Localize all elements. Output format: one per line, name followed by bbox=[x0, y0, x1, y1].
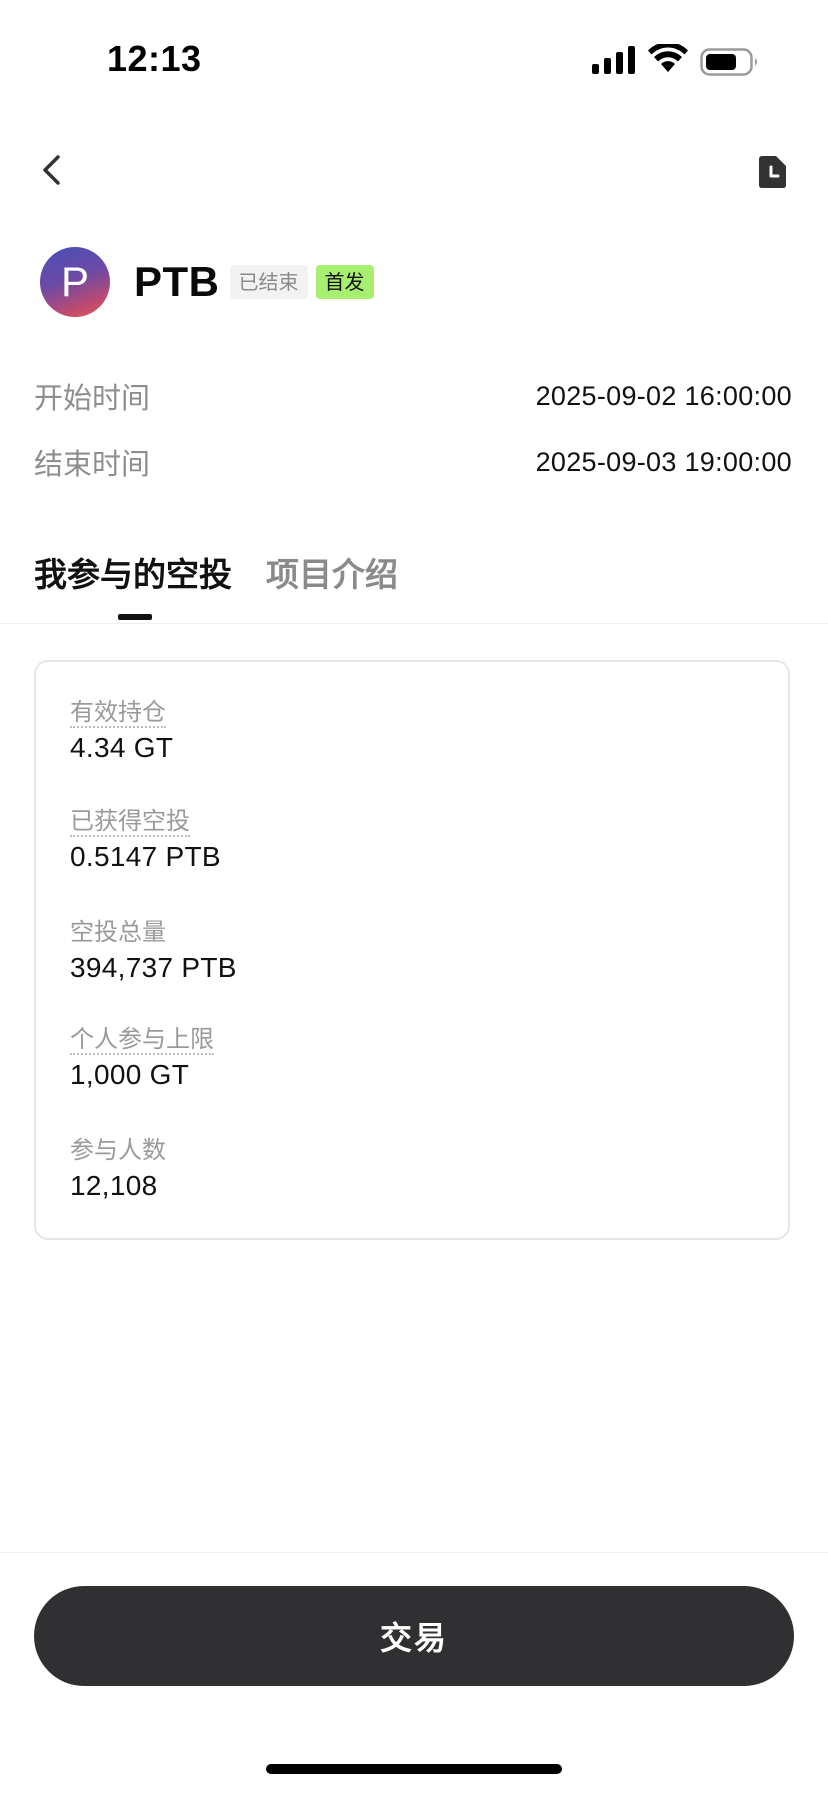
stat-effective-holding-label[interactable]: 有效持仓 bbox=[70, 698, 166, 728]
stat-participants-value: 12,108 bbox=[70, 1170, 158, 1201]
signal-icon bbox=[592, 46, 635, 74]
tab-my-airdrops[interactable]: 我参与的空投 bbox=[34, 548, 232, 620]
active-tab-indicator bbox=[118, 614, 152, 620]
status-bar: 12:13 bbox=[0, 0, 828, 110]
stat-airdrop-total-value: 394,737 PTB bbox=[70, 952, 237, 983]
start-time-value: 2025-09-02 16:00:00 bbox=[535, 380, 792, 411]
status-icons bbox=[592, 44, 762, 78]
stat-airdrop-received-label[interactable]: 已获得空投 bbox=[70, 807, 190, 837]
bottom-divider bbox=[0, 1552, 828, 1553]
token-logo: P bbox=[40, 247, 110, 317]
end-time-row: 结束时间 2025-09-03 19:00:00 bbox=[34, 442, 792, 482]
stat-personal-limit: 个人参与上限 1,000 GT bbox=[70, 1025, 214, 1091]
stat-participants: 参与人数 12,108 bbox=[70, 1134, 166, 1202]
tab-bar: 我参与的空投 项目介绍 bbox=[34, 548, 432, 620]
status-time: 12:13 bbox=[107, 38, 202, 79]
start-time-label: 开始时间 bbox=[34, 381, 151, 415]
chevron-left-icon bbox=[43, 155, 60, 185]
stat-personal-limit-value: 1,000 GT bbox=[70, 1059, 190, 1090]
stat-personal-limit-label[interactable]: 个人参与上限 bbox=[70, 1025, 214, 1055]
tab-my-airdrops-label: 我参与的空投 bbox=[34, 555, 232, 594]
home-indicator bbox=[266, 1764, 562, 1774]
stat-airdrop-received: 已获得空投 0.5147 PTB bbox=[70, 807, 221, 873]
first-launch-badge: 首发 bbox=[315, 265, 374, 299]
tab-project-intro[interactable]: 项目介绍 bbox=[266, 548, 398, 620]
token-symbol: PTB bbox=[134, 258, 220, 305]
token-header: P PTB 已结束 首发 bbox=[40, 246, 374, 318]
back-button[interactable] bbox=[30, 148, 74, 192]
end-time-value: 2025-09-03 19:00:00 bbox=[535, 446, 792, 477]
stat-participants-label: 参与人数 bbox=[70, 1136, 166, 1164]
airdrop-detail-screen: 12:13 P PTB 已结束 首发 开始时间 2025-09-02 16:00… bbox=[0, 0, 828, 1796]
tabs-divider bbox=[0, 623, 828, 624]
stat-effective-holding: 有效持仓 4.34 GT bbox=[70, 698, 173, 764]
trade-button[interactable]: 交易 bbox=[34, 1586, 794, 1686]
wifi-icon bbox=[648, 44, 688, 72]
history-button[interactable] bbox=[752, 150, 792, 194]
end-time-label: 结束时间 bbox=[34, 447, 151, 481]
history-document-icon bbox=[759, 156, 786, 188]
tab-project-intro-label: 项目介绍 bbox=[266, 555, 398, 594]
stat-airdrop-total-label: 空投总量 bbox=[70, 918, 166, 946]
stat-airdrop-received-value: 0.5147 PTB bbox=[70, 841, 221, 872]
battery-icon bbox=[700, 48, 757, 76]
stat-airdrop-total: 空投总量 394,737 PTB bbox=[70, 916, 237, 984]
status-badge: 已结束 bbox=[229, 265, 308, 299]
stat-effective-holding-value: 4.34 GT bbox=[70, 732, 174, 763]
start-time-row: 开始时间 2025-09-02 16:00:00 bbox=[34, 376, 792, 416]
airdrop-stats-card: 有效持仓 4.34 GT 已获得空投 0.5147 PTB 空投总量 394,7… bbox=[34, 660, 790, 1240]
